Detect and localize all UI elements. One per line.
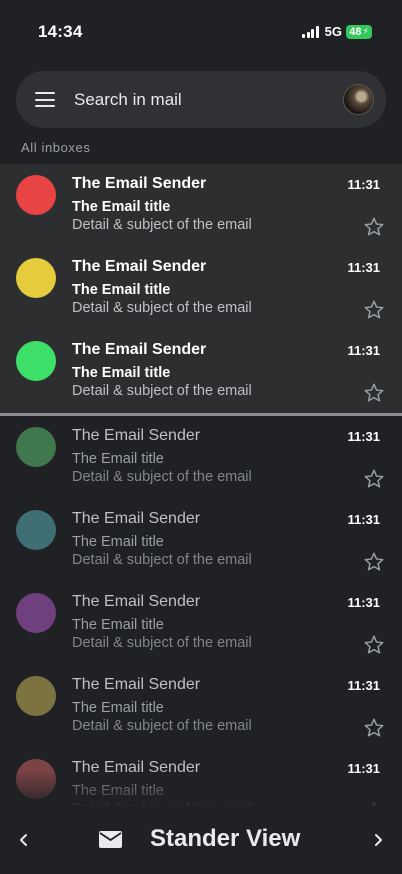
signal-icon (302, 25, 319, 38)
sender-avatar-dot (16, 341, 56, 381)
email-row[interactable]: The Email Sender The Email title Detail & … (0, 164, 402, 247)
email-snippet: Detail & subject of the email (72, 552, 252, 568)
email-snippet: Detail & subject of the email (72, 718, 252, 734)
hamburger-menu-icon[interactable] (35, 92, 55, 107)
status-indicators: 5G 48 ⚡ (302, 24, 372, 39)
email-time: 11:31 (347, 260, 380, 275)
email-snippet: Detail & subject of the email (72, 469, 252, 485)
email-row[interactable]: The Email Sender The Email title Detail & … (0, 330, 402, 413)
status-bar: 14:34 5G 48 ⚡ (0, 0, 402, 60)
star-icon[interactable] (363, 382, 385, 404)
star-icon[interactable] (363, 468, 385, 490)
email-row[interactable]: The Email SenderThe Email titleDetail & … (0, 748, 402, 806)
chevron-left-icon[interactable] (14, 828, 34, 852)
sender-avatar-dot (16, 759, 56, 799)
email-row[interactable]: The Email Sender The Email title Detail & … (0, 416, 402, 499)
email-sender: The Email Sender (72, 341, 207, 358)
email-time: 11:31 (347, 429, 380, 444)
view-label: Stander View (150, 825, 301, 852)
email-sender: The Email Sender (72, 258, 207, 275)
section-label: All inboxes (21, 140, 91, 155)
star-icon[interactable] (363, 634, 385, 656)
sender-avatar-dot (16, 676, 56, 716)
sender-avatar-dot (16, 427, 56, 467)
network-label: 5G (324, 24, 342, 39)
email-sender: The Email Sender (72, 510, 201, 527)
email-subject: The Email title (72, 451, 164, 467)
email-subject: The Email title (72, 365, 171, 381)
battery-icon: 48 ⚡ (346, 24, 372, 39)
email-time: 11:31 (347, 678, 380, 693)
email-time: 11:31 (347, 177, 380, 192)
email-subject: The Email title (72, 617, 164, 633)
email-time: 11:31 (347, 343, 380, 358)
email-subject: The Email title (72, 783, 164, 799)
email-row[interactable]: The Email Sender The Email title Detail & … (0, 499, 402, 582)
star-icon[interactable] (363, 717, 385, 739)
sender-avatar-dot (16, 258, 56, 298)
email-snippet: Detail & subject of the email (72, 217, 252, 233)
charging-bolt-icon: ⚡ (362, 26, 369, 36)
mail-icon (99, 831, 122, 848)
email-sender: The Email Sender (72, 759, 201, 776)
star-icon[interactable] (363, 551, 385, 573)
email-row[interactable]: The Email Sender The Email title Detail & … (0, 247, 402, 330)
email-time: 11:31 (347, 761, 380, 776)
sender-avatar-dot (16, 593, 56, 633)
email-subject: The Email title (72, 282, 171, 298)
battery-level: 48 (349, 25, 362, 38)
email-subject: The Email title (72, 534, 164, 550)
bottom-bar: Stander View (0, 806, 402, 874)
search-input[interactable]: Search in mail (74, 90, 182, 110)
sender-avatar-dot (16, 175, 56, 215)
email-row[interactable]: The Email Sender The Email title Detail & … (0, 582, 402, 665)
email-subject: The Email title (72, 700, 164, 716)
search-bar[interactable]: Search in mail (16, 71, 386, 128)
email-sender: The Email Sender (72, 593, 201, 610)
status-time: 14:34 (38, 22, 83, 41)
email-sender: The Email Sender (72, 427, 201, 444)
email-time: 11:31 (347, 595, 380, 610)
email-snippet: Detail & subject of the email (72, 300, 252, 316)
email-snippet: Detail & subject of the email (72, 383, 252, 399)
email-sender: The Email Sender (72, 175, 207, 192)
email-list: The Email Sender The Email title Detail & … (0, 164, 402, 806)
email-snippet: Detail & subject of the email (72, 635, 252, 651)
star-icon[interactable] (363, 216, 385, 238)
star-icon[interactable] (363, 299, 385, 321)
chevron-right-icon[interactable] (368, 828, 388, 852)
account-avatar[interactable] (343, 84, 374, 115)
email-subject: The Email title (72, 199, 171, 215)
email-sender: The Email Sender (72, 676, 201, 693)
phone-screen: 14:34 5G 48 ⚡ Search in mail All inboxes … (0, 0, 402, 874)
sender-avatar-dot (16, 510, 56, 550)
email-row[interactable]: The Email Sender The Email title Detail & … (0, 665, 402, 748)
email-time: 11:31 (347, 512, 380, 527)
